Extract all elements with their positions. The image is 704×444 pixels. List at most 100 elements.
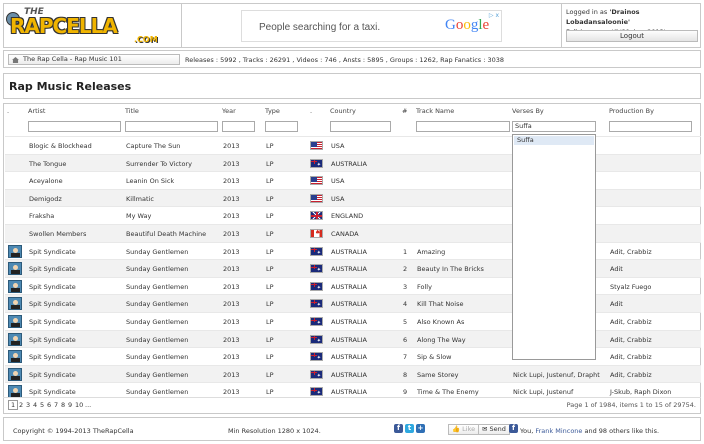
fb-friend-link[interactable]: Frank Mincone bbox=[535, 427, 582, 435]
page-link[interactable]: 6 bbox=[47, 401, 51, 409]
album-thumbnail[interactable] bbox=[8, 315, 22, 328]
track-name-cell[interactable]: Sip & Slow bbox=[417, 353, 451, 361]
col-header-type[interactable]: Type bbox=[265, 107, 280, 115]
artist-cell[interactable]: Demigodz bbox=[29, 195, 62, 203]
breadcrumb-button[interactable]: The Rap Cella - Rap Music 101 bbox=[8, 54, 180, 65]
ad-close-icon[interactable]: ▷ x bbox=[489, 12, 499, 19]
page-link[interactable]: 8 bbox=[61, 401, 65, 409]
col-header-title[interactable]: Title bbox=[125, 107, 139, 115]
table-row[interactable]: Spit Syndicate Sunday Gentlemen 2013 LP AUST… bbox=[5, 312, 701, 330]
verses-filter-input[interactable]: Suffa bbox=[512, 121, 596, 132]
col-header-country[interactable]: Country bbox=[330, 107, 356, 115]
track-name-cell[interactable]: Along The Way bbox=[417, 336, 466, 344]
table-row[interactable]: Spit Syndicate Sunday Gentlemen 2013 LP AUST… bbox=[5, 364, 701, 383]
table-row[interactable]: The Tongue Surrender To Victory 2013 LP AUST… bbox=[5, 153, 701, 172]
page-link[interactable]: 2 bbox=[19, 401, 23, 409]
artist-cell[interactable]: Spit Syndicate bbox=[29, 265, 76, 273]
table-row[interactable]: Blogic & Blockhead Capture The Sun 2013 LP U… bbox=[5, 136, 701, 154]
facebook-icon[interactable]: f bbox=[394, 424, 403, 433]
col-header-production[interactable]: Production By bbox=[609, 107, 654, 115]
album-thumbnail[interactable] bbox=[8, 262, 22, 276]
page-link[interactable]: 3 bbox=[26, 401, 30, 409]
artist-cell[interactable]: Spit Syndicate bbox=[29, 248, 76, 256]
table-row[interactable]: Spit Syndicate Sunday Gentlemen 2013 LP AUST… bbox=[5, 276, 701, 295]
page-link[interactable]: 1 bbox=[8, 400, 19, 410]
page-link[interactable]: 4 bbox=[33, 401, 37, 409]
album-thumbnail[interactable] bbox=[8, 297, 22, 311]
track-name-cell[interactable]: Amazing bbox=[417, 248, 445, 256]
artist-cell[interactable]: Fraksha bbox=[29, 212, 54, 220]
table-row[interactable]: Spit Syndicate Sunday Gentlemen 2013 LP AUST… bbox=[5, 294, 701, 313]
google-ad[interactable]: People searching for a taxi. Google ▷ x bbox=[241, 10, 502, 42]
table-row[interactable]: Spit Syndicate Sunday Gentlemen 2013 LP AUST… bbox=[5, 329, 701, 348]
col-header-track[interactable]: Track Name bbox=[416, 107, 454, 115]
year-filter-input[interactable] bbox=[222, 121, 255, 132]
autocomplete-option[interactable]: Suffa bbox=[514, 136, 594, 145]
table-row[interactable]: Spit Syndicate Sunday Gentlemen 2013 LP AUST… bbox=[5, 347, 701, 365]
table-row[interactable]: Spit Syndicate Sunday Gentlemen 2013 LP AUST… bbox=[5, 241, 701, 260]
title-cell[interactable]: Sunday Gentlemen bbox=[126, 283, 188, 291]
table-row[interactable]: Demigodz Killmatic 2013 LP USA bbox=[5, 188, 701, 207]
title-cell[interactable]: Sunday Gentlemen bbox=[126, 371, 188, 379]
site-logo[interactable]: THE RAPCELLA .COM bbox=[4, 4, 182, 47]
artist-cell[interactable]: Spit Syndicate bbox=[29, 300, 76, 308]
title-cell[interactable]: Sunday Gentlemen bbox=[126, 318, 188, 326]
share-icon[interactable]: + bbox=[416, 424, 425, 433]
production-filter-input[interactable] bbox=[609, 121, 692, 132]
twitter-icon[interactable]: t bbox=[405, 424, 414, 433]
album-thumbnail[interactable] bbox=[8, 350, 22, 364]
page-link[interactable]: 10 bbox=[75, 401, 83, 409]
track-filter-input[interactable] bbox=[416, 121, 510, 132]
title-cell[interactable]: Sunday Gentlemen bbox=[126, 353, 188, 361]
title-filter-input[interactable] bbox=[125, 121, 218, 132]
col-header-year[interactable]: Year bbox=[222, 107, 236, 115]
ad-text[interactable]: People searching for a taxi. bbox=[259, 22, 380, 33]
title-cell[interactable]: Surrender To Victory bbox=[126, 160, 192, 168]
title-cell[interactable]: Beautiful Death Machine bbox=[126, 230, 206, 238]
artist-cell[interactable]: Spit Syndicate bbox=[29, 388, 76, 396]
page-link[interactable]: 9 bbox=[68, 401, 72, 409]
verses-autocomplete-list[interactable]: Suffa bbox=[512, 134, 596, 360]
album-thumbnail[interactable] bbox=[8, 367, 22, 381]
track-name-cell[interactable]: Folly bbox=[417, 283, 432, 291]
table-row[interactable]: Fraksha My Way 2013 LP ENGLAND bbox=[5, 206, 701, 224]
type-filter-input[interactable] bbox=[265, 121, 298, 132]
artist-cell[interactable]: Spit Syndicate bbox=[29, 336, 76, 344]
table-row[interactable]: Spit Syndicate Sunday Gentlemen 2013 LP AUST… bbox=[5, 259, 701, 278]
artist-filter-input[interactable] bbox=[28, 121, 121, 132]
title-cell[interactable]: Sunday Gentlemen bbox=[126, 388, 188, 396]
artist-cell[interactable]: Spit Syndicate bbox=[29, 318, 76, 326]
title-cell[interactable]: Sunday Gentlemen bbox=[126, 300, 188, 308]
country-filter-input[interactable] bbox=[330, 121, 391, 132]
track-name-cell[interactable]: Beauty In The Bricks bbox=[417, 265, 484, 273]
page-link[interactable]: 7 bbox=[54, 401, 58, 409]
table-row[interactable]: Aceyalone Leanin On Sick 2013 LP USA bbox=[5, 171, 701, 189]
col-header-artist[interactable]: Artist bbox=[28, 107, 45, 115]
title-cell[interactable]: Sunday Gentlemen bbox=[126, 265, 188, 273]
title-cell[interactable]: Sunday Gentlemen bbox=[126, 336, 188, 344]
like-button[interactable]: 👍 Like bbox=[448, 424, 480, 435]
album-thumbnail[interactable] bbox=[8, 332, 22, 346]
title-cell[interactable]: Leanin On Sick bbox=[126, 177, 174, 185]
artist-cell[interactable]: Aceyalone bbox=[29, 177, 63, 185]
artist-cell[interactable]: Blogic & Blockhead bbox=[29, 142, 92, 150]
logout-button[interactable]: Logout bbox=[566, 30, 698, 42]
artist-cell[interactable]: The Tongue bbox=[29, 160, 66, 168]
track-name-cell[interactable]: Same Storey bbox=[417, 371, 459, 379]
track-name-cell[interactable]: Also Known As bbox=[417, 318, 464, 326]
page-link[interactable]: 5 bbox=[40, 401, 44, 409]
title-cell[interactable]: Sunday Gentlemen bbox=[126, 248, 188, 256]
track-name-cell[interactable]: Kill That Noise bbox=[417, 300, 463, 308]
album-thumbnail[interactable] bbox=[8, 279, 22, 293]
title-cell[interactable]: My Way bbox=[126, 212, 151, 220]
artist-cell[interactable]: Spit Syndicate bbox=[29, 353, 76, 361]
send-button[interactable]: ✉ Send bbox=[478, 424, 510, 435]
album-thumbnail[interactable] bbox=[8, 244, 22, 258]
title-cell[interactable]: Capture The Sun bbox=[126, 142, 180, 150]
page-link[interactable]: ... bbox=[85, 401, 91, 409]
artist-cell[interactable]: Swollen Members bbox=[29, 230, 86, 238]
artist-cell[interactable]: Spit Syndicate bbox=[29, 371, 76, 379]
title-cell[interactable]: Killmatic bbox=[126, 195, 154, 203]
table-row[interactable]: Swollen Members Beautiful Death Machine 20… bbox=[5, 224, 701, 242]
col-header-verses[interactable]: Verses By bbox=[512, 107, 544, 115]
